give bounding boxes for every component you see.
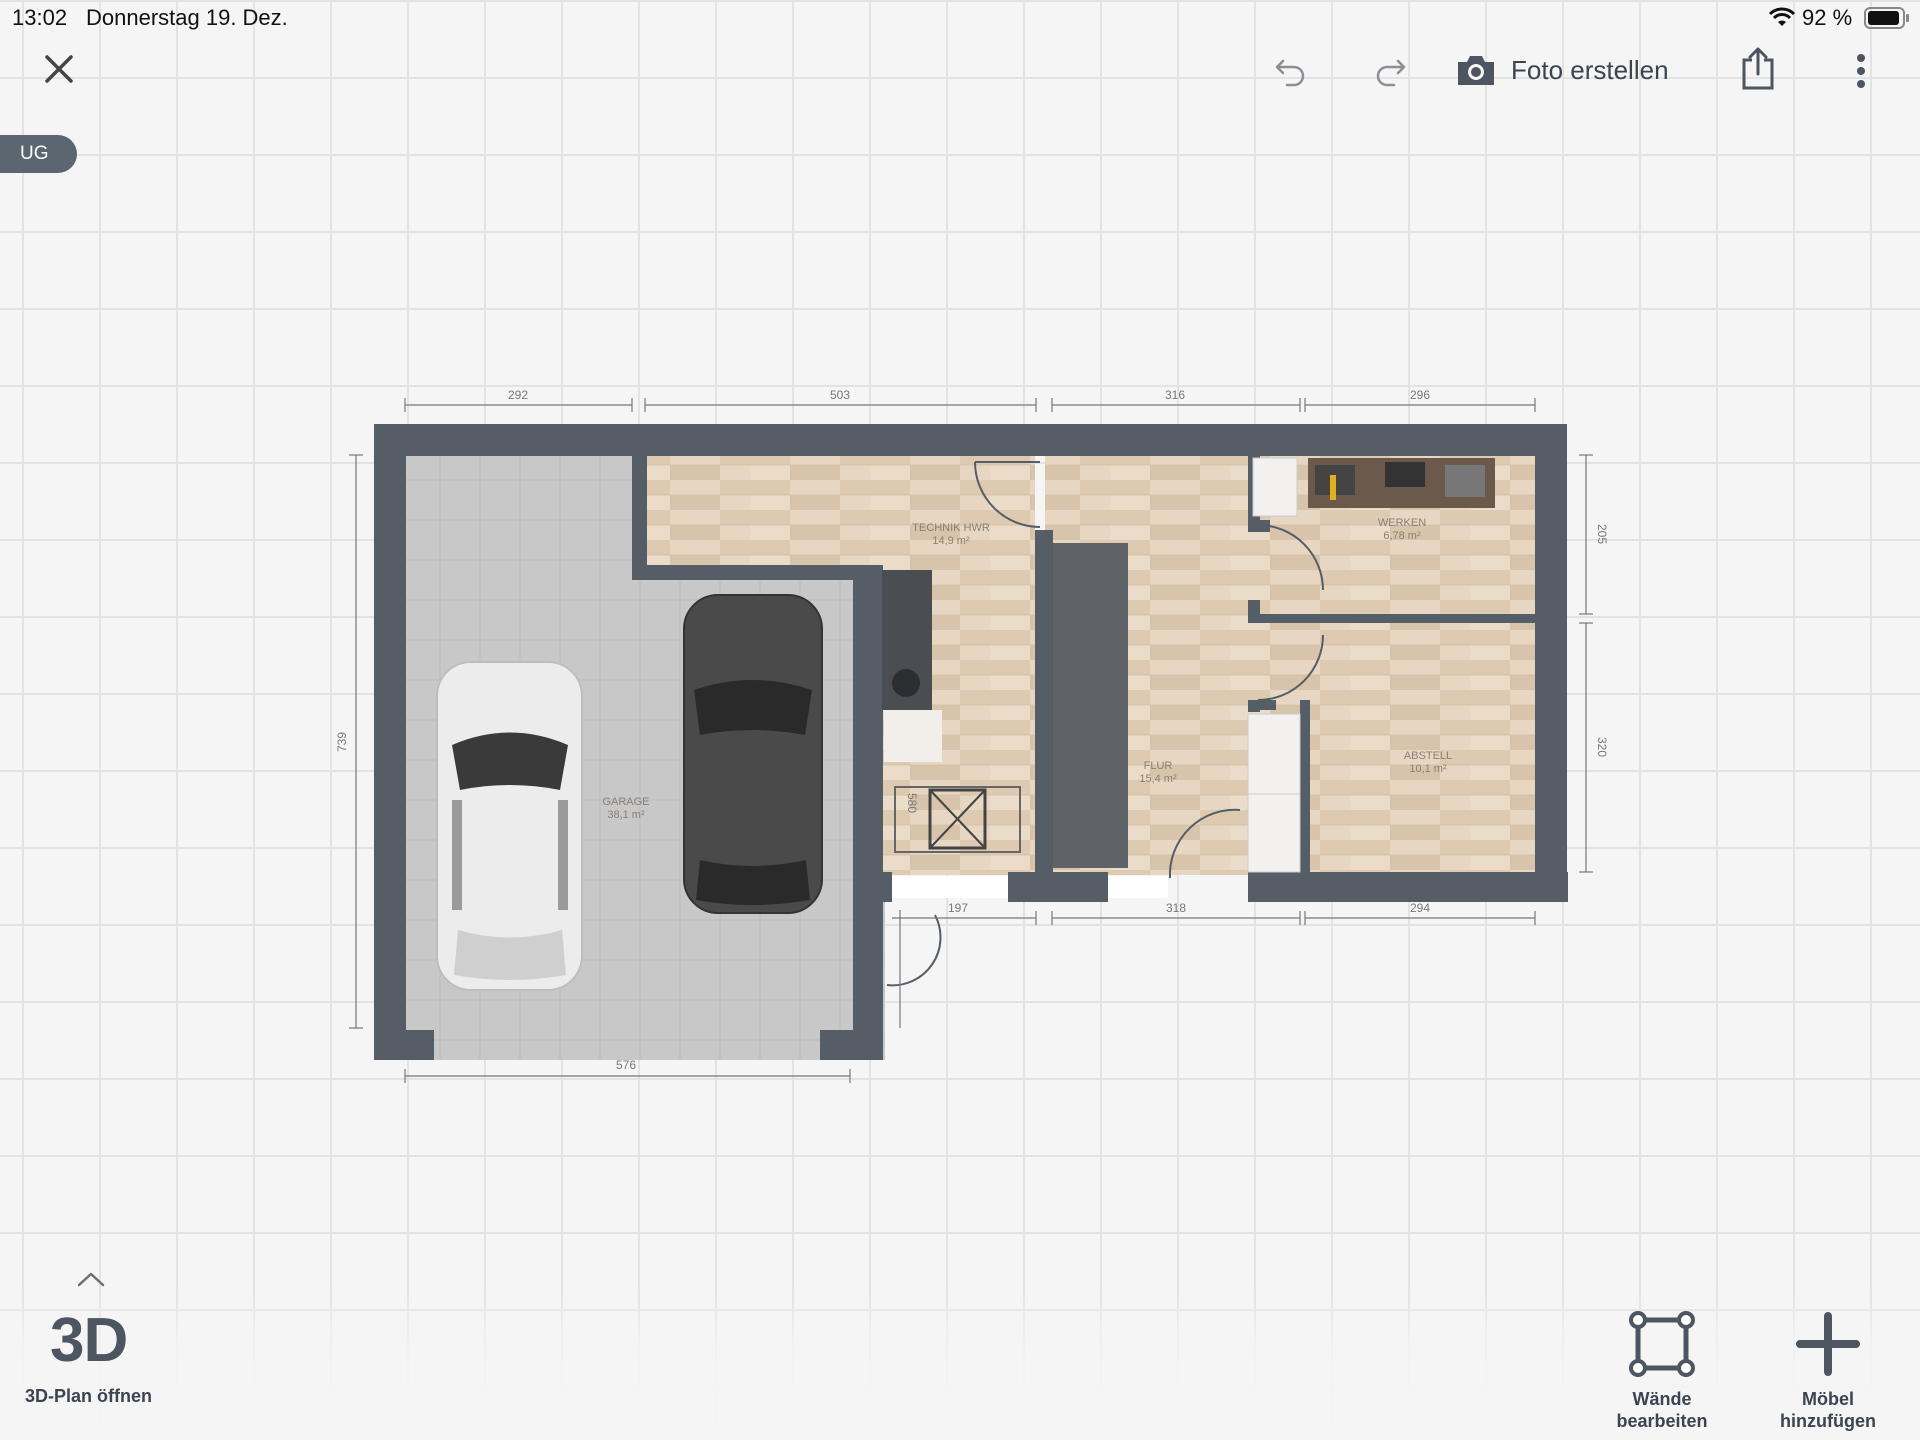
edit-walls-icon (1629, 1311, 1695, 1377)
open-3d-button[interactable]: 3D (50, 1305, 128, 1376)
plus-icon (1796, 1312, 1860, 1376)
room-technik-name: TECHNIK HWR (912, 522, 990, 534)
room-technik-area: 14,9 m² (932, 535, 970, 547)
room-abstell-area: 10,1 m² (1409, 763, 1447, 775)
dim-right-1: 205 (1595, 524, 1609, 544)
dim-top-2: 503 (830, 388, 850, 402)
dim-bottom-1: 197 (948, 901, 968, 915)
edit-walls-label: Wände bearbeiten (1616, 1389, 1708, 1431)
dim-top-4: 296 (1410, 388, 1430, 402)
add-furniture-button[interactable]: Möbel hinzufügen (1770, 1310, 1886, 1432)
dim-bottom-3: 294 (1410, 901, 1430, 915)
dim-right-2: 320 (1595, 737, 1609, 757)
room-werken-name: WERKEN (1378, 517, 1426, 529)
dim-top-1: 292 (508, 388, 528, 402)
floor-plan[interactable]: GARAGE 38,1 m² TECHNIK HWR 14,9 m² FLUR … (0, 0, 1920, 1250)
add-furniture-label: Möbel hinzufügen (1780, 1389, 1876, 1431)
dim-stair: 580 (905, 793, 919, 813)
car-white[interactable] (436, 661, 583, 991)
open-3d-label[interactable]: 3D-Plan öffnen (25, 1386, 152, 1407)
room-garage-area: 38,1 m² (607, 809, 645, 821)
chevron-up-icon[interactable] (76, 1268, 106, 1290)
room-garage-name: GARAGE (602, 796, 649, 808)
room-flur-name: FLUR (1144, 760, 1173, 772)
room-werken-area: 6,78 m² (1383, 530, 1421, 542)
dim-top-3: 316 (1165, 388, 1185, 402)
room-abstell-name: ABSTELL (1404, 750, 1452, 762)
room-flur-area: 15,4 m² (1139, 773, 1177, 785)
dim-left: 739 (335, 732, 349, 752)
dim-bottom-garage: 576 (616, 1058, 636, 1072)
dim-bottom-2: 318 (1166, 901, 1186, 915)
car-black[interactable] (683, 594, 823, 914)
edit-walls-button[interactable]: Wände bearbeiten (1600, 1310, 1724, 1432)
